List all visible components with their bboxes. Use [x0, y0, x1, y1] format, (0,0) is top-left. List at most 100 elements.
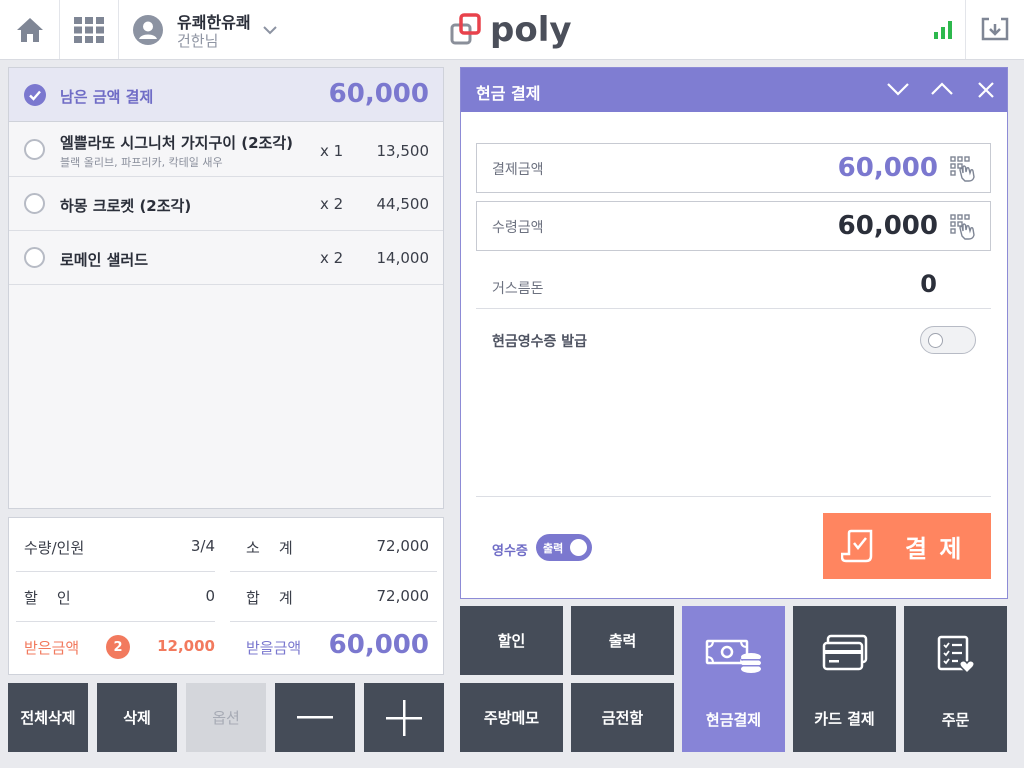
check-circle-icon	[24, 84, 46, 106]
item-price: 44,500	[376, 195, 430, 213]
close-icon[interactable]	[977, 81, 995, 99]
discount-button[interactable]: 할인	[460, 606, 563, 675]
delete-button[interactable]: 삭제	[97, 683, 177, 752]
receipt-label: 영수증	[492, 544, 528, 559]
pay-button-label: 결 제	[905, 534, 964, 563]
item-name: 로메인 샐러드	[60, 251, 149, 269]
toggle-knob	[928, 333, 943, 348]
item-price: 13,500	[376, 142, 430, 160]
home-button[interactable]	[0, 0, 60, 59]
radio-icon[interactable]	[24, 139, 45, 160]
credit-card-icon	[822, 634, 867, 670]
cash-bills-icon	[705, 639, 761, 673]
change-value: 0	[920, 270, 937, 298]
print-button[interactable]: 출력	[571, 606, 674, 675]
download-button[interactable]	[965, 0, 1024, 59]
poly-logo-icon	[450, 13, 481, 45]
receipt-check-icon	[841, 529, 873, 563]
discount-value: 0	[205, 587, 215, 605]
order-list-panel: 남은 금액 결제 60,000 엘쁠라또 시그니처 가지구이 (2조각) 블랙 …	[8, 67, 444, 509]
remaining-amount-row[interactable]: 남은 금액 결제 60,000	[9, 68, 443, 122]
order-summary: 수량/인원 3/4 소 계 72,000 할 인 0 합 계 72,000 받은…	[8, 517, 444, 675]
pay-button[interactable]: 결 제	[823, 513, 991, 579]
order-label: 주문	[941, 710, 970, 729]
order-checklist-icon	[937, 635, 975, 674]
cash-receipt-toggle[interactable]	[920, 326, 976, 354]
receipt-print-toggle[interactable]: 출력	[536, 534, 592, 561]
grid-icon	[74, 16, 104, 43]
divider	[476, 308, 991, 309]
order-item-row[interactable]: 하몽 크로켓 (2조각) x 2 44,500	[9, 177, 443, 231]
cash-payment-dialog: 현금 결제 결제금액 60,000 수령금액 60,000 거스름돈 0 현금영…	[460, 67, 1008, 599]
user-name: 건한님	[177, 32, 219, 50]
cash-receipt-label: 현금영수증 발급	[492, 334, 588, 350]
decrease-button[interactable]	[275, 683, 355, 752]
cash-payment-label: 현금결제	[705, 710, 762, 729]
poly-logo: poly	[450, 11, 572, 49]
total-value: 72,000	[376, 587, 430, 605]
total-cell: 합 계 72,000	[238, 572, 429, 620]
download-icon	[981, 17, 1009, 40]
received-amount-label: 수령금액	[492, 220, 544, 236]
received-value: 12,000	[157, 637, 215, 655]
receipt-toggle-text: 출력	[543, 542, 564, 555]
payment-amount-value: 60,000	[837, 153, 938, 183]
keypad-icon[interactable]	[950, 156, 976, 182]
item-quantity: x 1	[320, 142, 344, 160]
discount-label: 할 인	[24, 589, 71, 607]
dialog-title: 현금 결제	[476, 84, 541, 103]
home-icon	[16, 17, 43, 42]
chevron-up-icon[interactable]	[930, 82, 954, 96]
remaining-amount-value: 60,000	[328, 79, 429, 109]
quantity-value: 3/4	[190, 537, 215, 555]
signal-indicator	[920, 0, 965, 59]
amount-due-label: 받을금액	[246, 639, 302, 657]
user-avatar-icon	[133, 15, 163, 45]
increase-button[interactable]	[364, 683, 444, 752]
chevron-down-icon[interactable]	[886, 82, 910, 96]
toggle-knob	[570, 539, 587, 556]
item-quantity: x 2	[320, 195, 344, 213]
cash-drawer-button[interactable]: 금전함	[571, 683, 674, 752]
payment-amount-label: 결제금액	[492, 162, 544, 178]
received-cell[interactable]: 받은금액 2 12,000	[16, 622, 215, 670]
received-label: 받은금액	[24, 639, 80, 657]
item-name: 하몽 크로켓 (2조각)	[60, 197, 192, 215]
plus-icon	[386, 699, 422, 736]
card-payment-label: 카드 결제	[814, 709, 875, 728]
card-payment-button[interactable]: 카드 결제	[793, 606, 896, 752]
delete-all-button[interactable]: 전체삭제	[8, 683, 88, 752]
radio-icon[interactable]	[24, 193, 45, 214]
kitchen-memo-button[interactable]: 주방메모	[460, 683, 563, 752]
divider	[476, 496, 991, 497]
order-button[interactable]: 주문	[904, 606, 1007, 752]
received-count-badge: 2	[106, 635, 130, 659]
amount-due-value: 60,000	[328, 630, 429, 660]
change-label: 거스름돈	[492, 281, 544, 297]
order-item-row[interactable]: 로메인 샐러드 x 2 14,000	[9, 231, 443, 285]
subtotal-label: 소 계	[246, 539, 293, 557]
item-price: 14,000	[376, 249, 430, 267]
signal-strength-icon	[933, 20, 952, 39]
option-button[interactable]: 옵션	[186, 683, 266, 752]
payment-amount-field[interactable]: 결제금액 60,000	[476, 143, 991, 193]
radio-icon[interactable]	[24, 247, 45, 268]
subtotal-value: 72,000	[376, 537, 430, 555]
total-label: 합 계	[246, 589, 293, 607]
dialog-header: 현금 결제	[461, 68, 1007, 112]
item-options: 블랙 올리브, 파프리카, 칵테일 새우	[60, 156, 223, 169]
item-quantity: x 2	[320, 249, 344, 267]
chevron-down-icon	[263, 26, 277, 35]
received-amount-field[interactable]: 수령금액 60,000	[476, 201, 991, 251]
menu-grid-button[interactable]	[60, 0, 119, 59]
top-bar: 유쾌한유쾌 건한님 poly	[0, 0, 1024, 60]
order-item-row[interactable]: 엘쁠라또 시그니처 가지구이 (2조각) 블랙 올리브, 파프리카, 칵테일 새…	[9, 123, 443, 177]
quantity-cell: 수량/인원 3/4	[16, 522, 215, 570]
received-amount-value: 60,000	[837, 211, 938, 241]
discount-cell: 할 인 0	[16, 572, 215, 620]
logo-text: poly	[490, 10, 572, 50]
cash-payment-button[interactable]: 현금결제	[682, 606, 785, 752]
subtotal-cell: 소 계 72,000	[238, 522, 429, 570]
remaining-amount-label: 남은 금액 결제	[60, 88, 154, 106]
keypad-icon[interactable]	[950, 214, 976, 240]
